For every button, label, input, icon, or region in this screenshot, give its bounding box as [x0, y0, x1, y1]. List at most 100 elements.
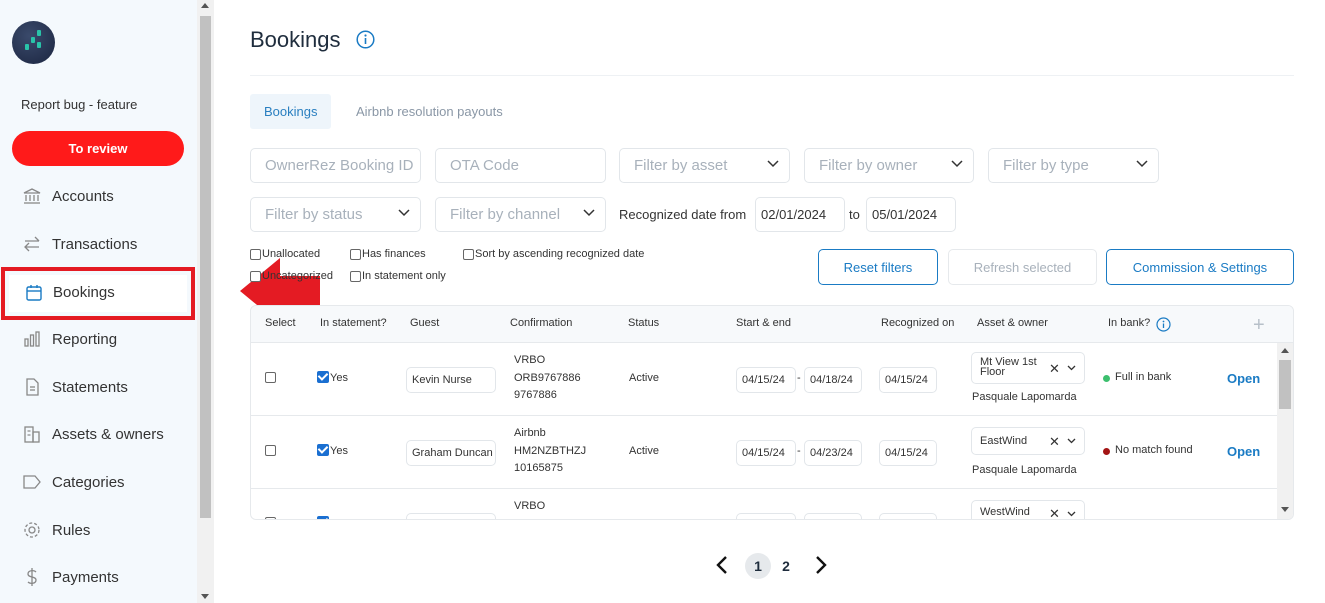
- sidebar-item-payments[interactable]: Payments: [0, 562, 197, 592]
- tab-airbnb-resolution-payouts[interactable]: Airbnb resolution payouts: [342, 94, 517, 129]
- page-1-button[interactable]: 1: [745, 553, 771, 579]
- unallocated-checkbox[interactable]: Unallocated: [250, 248, 320, 260]
- confirmation-code: ORB9767886: [514, 372, 581, 384]
- sidebar: Report bug - feature To review Accounts …: [0, 0, 197, 603]
- checkbox-label: Has finances: [362, 248, 426, 260]
- sidebar-item-label: Rules: [52, 521, 91, 539]
- asset-select[interactable]: WestWind ✕: [971, 500, 1085, 519]
- start-date-field[interactable]: 04/15/24: [736, 367, 796, 393]
- column-header: Select: [265, 317, 296, 329]
- column-header: In statement?: [320, 317, 387, 329]
- end-date-field[interactable]: [804, 513, 862, 519]
- end-date-field[interactable]: 04/23/24: [804, 440, 862, 466]
- bank-status-text: Full in bank: [1115, 371, 1172, 383]
- confirmation-code: HM2NZBTHZJ: [514, 445, 587, 457]
- report-bug-link[interactable]: Report bug - feature: [21, 97, 137, 112]
- sidebar-item-reporting[interactable]: Reporting: [0, 324, 197, 354]
- clear-icon[interactable]: ✕: [1049, 434, 1060, 450]
- recognized-date-field[interactable]: 04/15/24: [879, 440, 937, 466]
- in-statement-only-checkbox[interactable]: In statement only: [350, 270, 446, 282]
- sort-ascending-checkbox[interactable]: Sort by ascending recognized date: [463, 248, 644, 260]
- asset-filter-select[interactable]: Filter by asset: [619, 148, 790, 183]
- ota-code-input[interactable]: OTA Code: [435, 148, 606, 183]
- chevron-down-icon[interactable]: [1067, 365, 1076, 371]
- start-date-field[interactable]: 04/15/24: [736, 440, 796, 466]
- sidebar-item-rules[interactable]: Rules: [0, 515, 197, 545]
- page-2-button[interactable]: 2: [773, 553, 799, 579]
- asset-select[interactable]: EastWind ✕: [971, 427, 1085, 455]
- sidebar-item-bookings[interactable]: Bookings: [1, 267, 195, 320]
- page-scrollbar[interactable]: [197, 0, 214, 603]
- owner-filter-select[interactable]: Filter by owner: [804, 148, 974, 183]
- in-statement-checkbox[interactable]: [317, 444, 329, 456]
- add-column-icon[interactable]: +: [1253, 315, 1265, 335]
- checkbox-label: Unallocated: [262, 248, 321, 260]
- recognized-date-field[interactable]: 04/15/24: [879, 367, 937, 393]
- scroll-down-icon[interactable]: [1281, 507, 1289, 512]
- chevron-down-icon[interactable]: [1067, 511, 1076, 517]
- row-select-checkbox[interactable]: [265, 517, 276, 519]
- reset-filters-button[interactable]: Reset filters: [818, 249, 938, 285]
- commission-settings-button[interactable]: Commission & Settings: [1106, 249, 1294, 285]
- chevron-right-icon[interactable]: [813, 555, 829, 575]
- sidebar-item-assets-owners[interactable]: Assets & owners: [0, 419, 197, 449]
- in-statement-value: Yes: [330, 445, 348, 457]
- refresh-selected-button[interactable]: Refresh selected: [948, 249, 1097, 285]
- sidebar-item-label: Reporting: [52, 330, 118, 348]
- in-statement-checkbox[interactable]: [317, 516, 329, 519]
- gear-icon: [24, 522, 40, 538]
- scroll-down-icon[interactable]: [201, 594, 209, 599]
- chevron-down-icon: [767, 160, 779, 168]
- scroll-up-icon[interactable]: [1281, 348, 1289, 353]
- sidebar-item-statements[interactable]: Statements: [0, 372, 197, 402]
- tab-bookings[interactable]: Bookings: [250, 94, 332, 129]
- guest-field[interactable]: Graham Duncan: [406, 440, 496, 466]
- channel-filter-select[interactable]: Filter by channel: [435, 197, 606, 232]
- table-scrollbar[interactable]: [1277, 343, 1293, 519]
- type-filter-select[interactable]: Filter by type: [988, 148, 1159, 183]
- checkbox-box[interactable]: [350, 270, 361, 282]
- has-finances-checkbox[interactable]: Has finances: [350, 248, 426, 260]
- booking-id-input[interactable]: OwnerRez Booking ID: [250, 148, 421, 183]
- sidebar-item-accounts[interactable]: Accounts: [0, 181, 197, 211]
- clear-icon[interactable]: ✕: [1049, 361, 1060, 377]
- guest-field[interactable]: Kevin Nurse: [406, 367, 496, 393]
- open-link[interactable]: Open: [1227, 444, 1260, 459]
- row-select-checkbox[interactable]: [265, 445, 276, 456]
- arrows-exchange-icon: [24, 236, 40, 252]
- column-header: Asset & owner: [977, 317, 1048, 329]
- start-date-field[interactable]: [736, 513, 796, 519]
- status-filter-select[interactable]: Filter by status: [250, 197, 421, 232]
- calendar-icon: [26, 285, 42, 301]
- scroll-up-icon[interactable]: [201, 3, 209, 8]
- status-value: Active: [629, 445, 659, 457]
- to-review-button[interactable]: To review: [12, 131, 184, 166]
- asset-select[interactable]: Mt View 1st Floor ✕: [971, 352, 1085, 384]
- table-header: Select In statement? Guest Confirmation …: [251, 306, 1293, 343]
- recognized-date-field[interactable]: [879, 513, 937, 519]
- date-to-input[interactable]: 05/01/2024: [866, 197, 956, 232]
- open-link[interactable]: Open: [1227, 371, 1260, 386]
- scroll-thumb[interactable]: [200, 16, 211, 518]
- row-select-checkbox[interactable]: [265, 372, 276, 383]
- dollar-icon: [27, 568, 37, 586]
- chevron-down-icon[interactable]: [1067, 438, 1076, 444]
- uncategorized-checkbox[interactable]: Uncategorized: [250, 270, 333, 282]
- in-statement-checkbox[interactable]: [317, 371, 329, 383]
- logo[interactable]: [12, 21, 55, 64]
- clear-icon[interactable]: ✕: [1049, 506, 1060, 519]
- checkbox-box[interactable]: [250, 270, 261, 282]
- end-date-field[interactable]: 04/18/24: [804, 367, 862, 393]
- sidebar-item-transactions[interactable]: Transactions: [0, 229, 197, 259]
- date-from-input[interactable]: 02/01/2024: [755, 197, 845, 232]
- column-header: In bank?: [1108, 317, 1151, 329]
- checkbox-box[interactable]: [463, 248, 474, 260]
- chevron-left-icon[interactable]: [714, 555, 730, 575]
- checkbox-box[interactable]: [250, 248, 261, 260]
- scroll-thumb[interactable]: [1279, 360, 1291, 409]
- sidebar-item-categories[interactable]: Categories: [0, 467, 197, 497]
- info-icon[interactable]: [356, 30, 375, 49]
- checkbox-box[interactable]: [350, 248, 361, 260]
- guest-field[interactable]: [406, 513, 496, 519]
- info-icon[interactable]: [1156, 317, 1171, 332]
